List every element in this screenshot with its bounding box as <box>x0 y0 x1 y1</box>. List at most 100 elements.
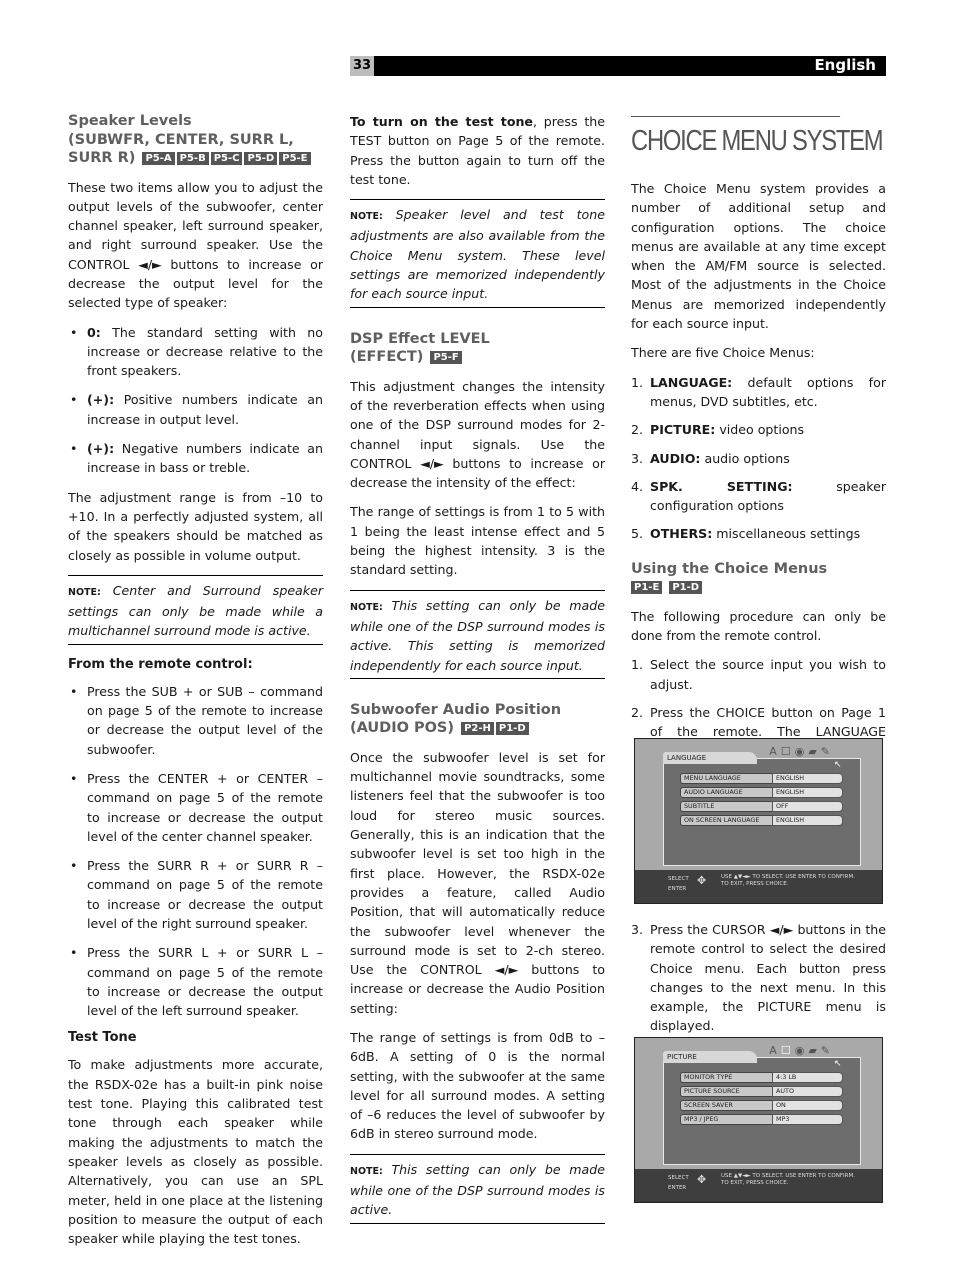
using-choice-menus-heading: Using the Choice Menus P1-E P1-D <box>631 560 886 597</box>
item-label: OTHERS: <box>650 526 713 542</box>
item-label: AUDIO: <box>650 450 701 466</box>
menu-category-icons: A☐◉▰✎ <box>769 745 834 758</box>
remote-tag: P2-H <box>461 722 494 736</box>
item-text: Positive numbers indicate an increase in… <box>87 392 323 427</box>
row-value: OFF <box>772 801 843 812</box>
heading-line: (SUBWFR, CENTER, SURR L, <box>68 131 294 148</box>
row-value: MP3 <box>772 1114 843 1125</box>
using-intro: The following procedure can only be done… <box>631 608 886 644</box>
remote-tag: P1-D <box>669 581 703 595</box>
lead-text: To turn on the test tone <box>350 114 533 129</box>
row-key: MP3 / JPEG <box>680 1114 773 1125</box>
column-3: CHOICE MENU SYSTEM The Choice Menu syste… <box>631 116 886 1033</box>
list-item: 1. LANGUAGE: default options for menus, D… <box>631 373 886 412</box>
menu-footer: SELECT ENTER ✥ USE ▲▼◄► TO SELECT. USE EN… <box>635 1169 882 1202</box>
note-box: NOTE: This setting can only be made whil… <box>350 589 605 679</box>
direction-pad-icon: ✥ <box>697 1173 707 1186</box>
instruction-line: USE ▲▼◄► TO SELECT. USE ENTER TO CONFIRM… <box>721 874 855 880</box>
heading-line: Speaker Levels <box>68 113 192 129</box>
menu-row: MP3 / JPEG MP3 <box>680 1114 843 1125</box>
menu-row: MONITOR TYPE 4:3 LB <box>680 1072 843 1083</box>
page-number: 33 <box>350 56 374 76</box>
direction-pad-icon: ✥ <box>697 874 707 887</box>
row-value: ON <box>772 1100 843 1111</box>
instruction-line: TO EXIT, PRESS CHOICE. <box>721 1180 789 1186</box>
menu-tab: LANGUAGE <box>663 752 757 764</box>
row-value: ENGLISH <box>772 787 843 798</box>
menu-panel: LANGUAGE A☐◉▰✎ MENU LANGUAGE ENGLISH AUDI… <box>663 745 861 866</box>
menu-row: SUBTITLE OFF <box>680 801 843 812</box>
footer-instructions: USE ▲▼◄► TO SELECT. USE ENTER TO CONFIRM… <box>721 874 855 888</box>
heading-line: DSP Effect LEVEL <box>350 330 490 347</box>
test-tone-text: To make adjustments more accurate, the R… <box>68 1057 323 1247</box>
item-label: 0: <box>87 324 101 340</box>
note-box: NOTE: This setting can only be made whil… <box>350 1153 605 1224</box>
heading-line: Subwoofer Audio Position <box>350 701 562 718</box>
footer-labels: SELECT ENTER <box>668 1173 689 1193</box>
item-text: Press the CURSOR ◄/► buttons in the remo… <box>650 922 886 1034</box>
page-header-bar: 33 English <box>350 56 886 76</box>
language-label: English <box>814 56 876 74</box>
column-1: Speaker Levels (SUBWFR, CENTER, SURR L, … <box>68 112 323 1258</box>
remote-control-list: Press the SUB + or SUB – command on page… <box>68 682 323 1021</box>
list-item: Press the SURR L + or SURR L – command o… <box>68 943 323 1020</box>
select-label: SELECT <box>668 876 689 882</box>
menu-row: SCREEN SAVER ON <box>680 1100 843 1111</box>
audio-position-text: Once the subwoofer level is set for mult… <box>350 749 605 1016</box>
footer-labels: SELECT ENTER <box>668 874 689 894</box>
item-number: 2. <box>631 422 644 438</box>
audio-position-range: The range of settings is from 0dB to –6d… <box>350 1029 605 1142</box>
menu-panel: PICTURE A☐◉▰✎ MONITOR TYPE 4:3 LB PICTURE… <box>663 1044 861 1165</box>
audio-icon: ◉ <box>794 745 809 758</box>
list-item: 0: The standard setting with no increase… <box>68 323 323 381</box>
list-item: Press the CENTER + or CENTER – command o… <box>68 769 323 846</box>
menu-category-icons: A☐◉▰✎ <box>769 1044 834 1057</box>
cursor-arrow-icon: ↖ <box>834 1059 842 1069</box>
remote-tag: P5-A <box>142 152 175 165</box>
test-tone-heading: Test Tone <box>68 1030 137 1046</box>
menu-row: ON SCREEN LANGUAGE ENGLISH <box>680 815 843 826</box>
heading-line: (AUDIO POS) <box>350 720 455 737</box>
five-menus-text: There are five Choice Menus: <box>631 345 815 361</box>
row-key: AUDIO LANGUAGE <box>680 787 773 798</box>
row-key: SUBTITLE <box>680 801 773 812</box>
audio-position-heading: Subwoofer Audio Position (AUDIO POS) P2-… <box>350 701 605 738</box>
picture-icon: ☐ <box>780 1044 795 1057</box>
cursor-arrow-icon: ↖ <box>834 760 842 770</box>
list-item: 4. SPK. SETTING: speaker configuration op… <box>631 477 886 516</box>
heading-line: SURR R) <box>68 150 136 166</box>
row-key: MONITOR TYPE <box>680 1072 773 1083</box>
menu-footer: SELECT ENTER ✥ USE ▲▼◄► TO SELECT. USE EN… <box>635 870 882 903</box>
menu-row: MENU LANGUAGE ENGLISH <box>680 773 843 784</box>
list-item: 5. OTHERS: miscellaneous settings <box>631 524 886 543</box>
item-number: 3. <box>631 450 644 466</box>
item-number: 2. <box>631 704 644 720</box>
enter-label: ENTER <box>668 886 687 892</box>
row-key: SCREEN SAVER <box>680 1100 773 1111</box>
item-number: 4. <box>631 478 644 494</box>
row-key: MENU LANGUAGE <box>680 773 773 784</box>
note-label: NOTE: <box>68 586 101 598</box>
column-2: To turn on the test tone, press the TEST… <box>350 112 605 1236</box>
audio-icon: ◉ <box>794 1044 809 1057</box>
item-label: SPK. SETTING: <box>650 478 793 494</box>
choice-menu-intro: The Choice Menu system provides a number… <box>631 181 886 332</box>
speaker-levels-list: 0: The standard setting with no increase… <box>68 323 323 478</box>
item-number: 1. <box>631 657 644 673</box>
select-label: SELECT <box>668 1175 689 1181</box>
item-text: The standard setting with no increase or… <box>87 324 323 379</box>
section-title: CHOICE MENU SYSTEM <box>631 116 884 161</box>
row-value: ENGLISH <box>772 815 843 826</box>
list-item: 3. Press the CURSOR ◄/► buttons in the re… <box>631 920 886 1036</box>
picture-menu-screenshot: PICTURE A☐◉▰✎ MONITOR TYPE 4:3 LB PICTURE… <box>634 1037 883 1203</box>
speaker-levels-heading: Speaker Levels (SUBWFR, CENTER, SURR L, … <box>68 112 323 168</box>
row-key: ON SCREEN LANGUAGE <box>680 815 773 826</box>
item-label: LANGUAGE: <box>650 374 733 390</box>
footer-instructions: USE ▲▼◄► TO SELECT. USE ENTER TO CONFIRM… <box>721 1173 855 1187</box>
item-text: Negative numbers indicate an increase in… <box>87 441 323 476</box>
remote-tag: P5-F <box>430 351 462 365</box>
others-icon: ✎ <box>820 745 834 758</box>
instruction-line: USE ▲▼◄► TO SELECT. USE ENTER TO CONFIRM… <box>721 1173 855 1179</box>
dsp-effect-heading: DSP Effect LEVEL (EFFECT) P5-F <box>350 330 605 367</box>
row-value: ENGLISH <box>772 773 843 784</box>
